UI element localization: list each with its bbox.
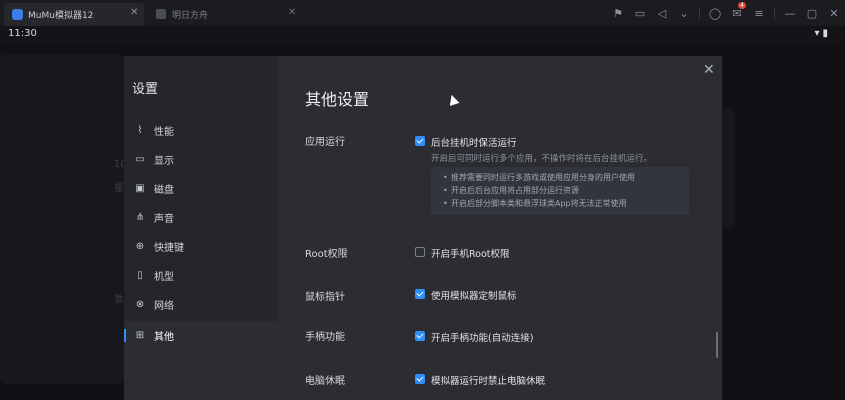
title-bar: MuMu模拟器12 ✕ 明日方舟 ✕ ⚑ ▭ ◁ ⌄ ◯ ✉ 4 ≡ — ▢ ✕ (0, 0, 845, 26)
android-status-bar: 11:30 ▾▮ (0, 26, 845, 44)
volume-icon[interactable]: ◁ (651, 0, 673, 26)
sidebar-item-other[interactable]: ⊞ 其他 (124, 321, 278, 350)
sidebar-item-label: 磁盘 (154, 185, 174, 196)
keep-alive-checkbox[interactable] (415, 136, 425, 146)
background-text: 激 (114, 295, 124, 305)
chevron-down-icon[interactable]: ⌄ (673, 0, 695, 26)
gamepad-checkbox-label[interactable]: 开启手柄功能(自动连接) (431, 330, 533, 344)
divider (774, 7, 775, 19)
divider (699, 7, 700, 19)
app-run-label: 应用运行 (305, 137, 345, 148)
custom-mouse-checkbox[interactable] (415, 289, 425, 299)
gamepad-label: 手柄功能 (305, 332, 345, 343)
screen-icon[interactable]: ▭ (629, 0, 651, 26)
titlebar-actions: ⚑ ▭ ◁ ⌄ ◯ ✉ 4 ≡ — ▢ ✕ (607, 0, 845, 26)
keep-alive-notes: 推荐需要同时运行多游戏或使用应用分身的用户使用 开启后后台应用将占用部分运行资源… (431, 167, 689, 215)
gamepad-icon[interactable]: ⚑ (607, 0, 629, 26)
performance-icon: ⌇ (137, 125, 143, 136)
page-title: 其他设置 (305, 90, 370, 109)
app-tab-icon (156, 9, 166, 19)
scrollbar[interactable] (716, 332, 718, 358)
keyboard-icon: ⊕ (135, 241, 145, 252)
background-card (0, 54, 124, 384)
sound-icon: ⋔ (135, 212, 145, 223)
sidebar-item-performance[interactable]: ⌇ 性能 (124, 116, 278, 145)
background-card (722, 109, 735, 229)
wifi-battery-icons: ▾▮ (814, 28, 831, 39)
sidebar-item-label: 其他 (154, 332, 174, 343)
tab-close-icon[interactable]: ✕ (288, 7, 296, 18)
network-icon: ⊗ (135, 299, 145, 310)
sidebar-item-display[interactable]: ▭ 显示 (124, 145, 278, 174)
settings-title: 设置 (132, 82, 159, 97)
disk-icon: ▣ (135, 183, 145, 194)
minimize-icon[interactable]: — (779, 0, 801, 26)
menu-icon[interactable]: ≡ (748, 0, 770, 26)
root-checkbox[interactable] (415, 247, 425, 257)
prevent-sleep-checkbox[interactable] (415, 374, 425, 384)
settings-sidebar: 设置 ⌇ 性能 ▭ 显示 ▣ 磁盘 ⋔ 声音 ⊕ 快捷键 ▯ 机型 ⊗ 网络 (124, 56, 278, 321)
sidebar-item-label: 声音 (154, 214, 174, 225)
sidebar-item-label: 快捷键 (154, 243, 184, 254)
prevent-sleep-label[interactable]: 模拟器运行时禁止电脑休眠 (431, 373, 545, 387)
tab-mumu-emulator[interactable]: MuMu模拟器12 ✕ (4, 3, 144, 26)
custom-mouse-label[interactable]: 使用模拟器定制鼠标 (431, 288, 517, 302)
sidebar-item-network[interactable]: ⊗ 网络 (124, 290, 278, 319)
phone-icon: ▯ (137, 270, 143, 281)
sidebar-item-label: 网络 (154, 301, 174, 312)
sleep-label: 电脑休眠 (305, 376, 345, 387)
maximize-icon[interactable]: ▢ (801, 0, 823, 26)
tab-close-icon[interactable]: ✕ (130, 7, 138, 18)
tab-app[interactable]: 明日方舟 ✕ (150, 3, 300, 26)
close-icon[interactable]: ✕ (703, 62, 715, 78)
sidebar-item-disk[interactable]: ▣ 磁盘 (124, 174, 278, 203)
sidebar-item-device-model[interactable]: ▯ 机型 (124, 261, 278, 290)
keep-alive-label[interactable]: 后台挂机时保活运行 (431, 135, 517, 149)
gamepad-checkbox[interactable] (415, 331, 425, 341)
settings-dialog: 设置 ⌇ 性能 ▭ 显示 ▣ 磁盘 ⋔ 声音 ⊕ 快捷键 ▯ 机型 ⊗ 网络 ⊞… (124, 56, 722, 400)
note-item: 开启后后台应用将占用部分运行资源 (443, 184, 689, 197)
mail-icon[interactable]: ✉ 4 (726, 0, 748, 26)
mumu-logo-icon (12, 9, 23, 20)
note-item: 推荐需要同时运行多游戏或使用应用分身的用户使用 (443, 171, 689, 184)
background-text: 星 (114, 183, 124, 194)
user-icon[interactable]: ◯ (704, 0, 726, 26)
sidebar-item-label: 机型 (154, 272, 174, 283)
clock: 11:30 (8, 28, 37, 39)
sidebar-item-sound[interactable]: ⋔ 声音 (124, 203, 278, 232)
close-window-icon[interactable]: ✕ (823, 0, 845, 26)
mouse-cursor-icon: ▲ (445, 90, 461, 109)
root-label: Root权限 (305, 249, 348, 260)
root-checkbox-label[interactable]: 开启手机Root权限 (431, 246, 510, 260)
tab-title: 明日方舟 (172, 11, 209, 21)
sidebar-item-label: 性能 (154, 127, 174, 138)
display-icon: ▭ (135, 154, 145, 165)
tab-title: MuMu模拟器12 (28, 11, 94, 21)
sidebar-item-label: 显示 (154, 156, 174, 167)
notification-badge: 4 (738, 2, 746, 9)
mouse-pointer-label: 鼠标指针 (305, 292, 345, 303)
note-item: 开启后部分脚本类和悬浮球类App将无法正常使用 (443, 197, 689, 210)
grid-icon: ⊞ (135, 330, 145, 341)
keep-alive-hint: 开启后可同时运行多个应用，不操作时将在后台挂机运行。 (431, 154, 653, 164)
sidebar-item-shortcuts[interactable]: ⊕ 快捷键 (124, 232, 278, 261)
